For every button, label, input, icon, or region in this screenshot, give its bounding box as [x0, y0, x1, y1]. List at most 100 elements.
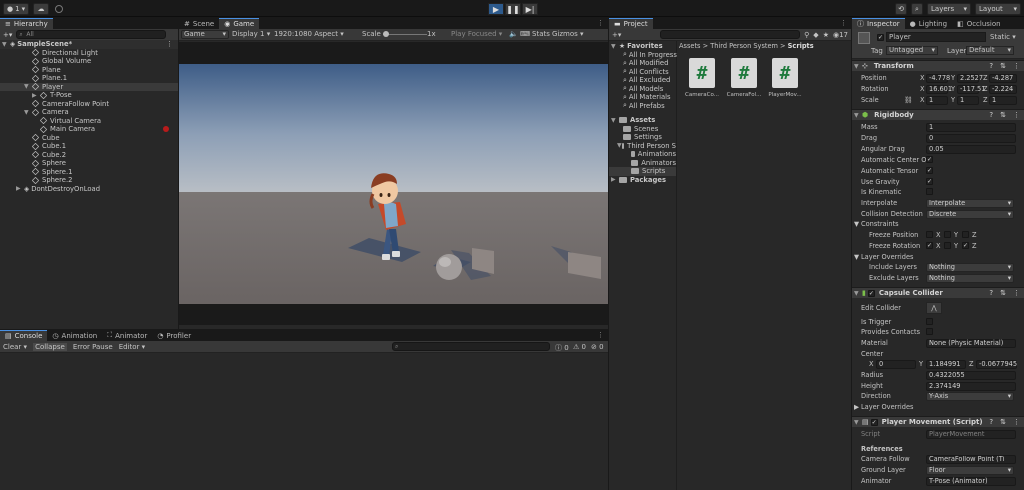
cloud-button[interactable]: ☁	[33, 3, 49, 15]
hierarchy-item[interactable]: ▶ T-Pose	[0, 91, 178, 100]
log-count[interactable]: ⓘ 0	[555, 343, 569, 353]
position-x-field[interactable]: -4.778	[926, 73, 950, 83]
folder-item[interactable]: Animators	[631, 159, 676, 168]
capsule-layer-overrides-row[interactable]: ▶ Layer Overrides	[852, 402, 1024, 412]
aspect-dropdown[interactable]: 1920:1080 Aspect ▾	[274, 31, 344, 38]
folder-item-selected[interactable]: Scripts	[609, 167, 676, 176]
favorite-item[interactable]: ⌕ All Models	[623, 84, 676, 94]
is-kinematic-checkbox[interactable]	[926, 188, 933, 195]
rotation-y-field[interactable]: -117.51	[957, 84, 985, 94]
folder-item[interactable]: Scenes	[623, 125, 676, 134]
hierarchy-item[interactable]: CameraFollow Point	[0, 100, 178, 109]
assets-header[interactable]: ▼ Assets	[611, 116, 676, 125]
add-button[interactable]: +▾	[612, 31, 621, 39]
provides-contacts-checkbox[interactable]	[926, 328, 933, 335]
breadcrumb-item[interactable]: Third Person System	[710, 42, 778, 50]
use-gravity-checkbox[interactable]: ✓	[926, 178, 933, 185]
hierarchy-item[interactable]: Cube	[0, 134, 178, 143]
tab-lighting[interactable]: ● Lighting	[905, 18, 952, 29]
console-search-input[interactable]: ⌕	[392, 342, 550, 351]
scale-y-field[interactable]: 1	[957, 95, 979, 105]
packages-header[interactable]: ▶ Packages	[611, 176, 676, 185]
hierarchy-item[interactable]: ▶ ◈ DontDestroyOnLoad	[0, 185, 178, 194]
csharp-script-icon[interactable]: #	[731, 58, 757, 88]
folder-item[interactable]: Animations	[631, 150, 676, 159]
hierarchy-item[interactable]: Main Camera	[0, 125, 178, 134]
layout-dropdown[interactable]: Layout ▾	[975, 3, 1021, 15]
step-button[interactable]: ▶|	[522, 3, 538, 15]
hierarchy-item[interactable]: ▼ Camera	[0, 108, 178, 117]
freeze-rot-x-checkbox[interactable]: ✓	[926, 242, 933, 249]
scale-x-field[interactable]: 1	[926, 95, 948, 105]
camera-follow-field[interactable]: CameraFollow Point (Ti	[926, 454, 1016, 464]
csharp-script-icon[interactable]: #	[772, 58, 798, 88]
error-pause-button[interactable]: Error Pause	[73, 343, 113, 351]
search-button[interactable]: ⌕	[911, 3, 923, 15]
position-y-field[interactable]: 2.2527	[957, 73, 983, 83]
enabled-checkbox[interactable]: ✓	[867, 289, 875, 297]
project-search-input[interactable]	[660, 30, 801, 39]
label-icon[interactable]: ◆	[813, 31, 818, 39]
transform-header[interactable]: ▼ ⊹ Transform ? ⇅ ⋮	[852, 60, 1024, 71]
scale-z-field[interactable]: 1	[989, 95, 1017, 105]
radius-field[interactable]: 0.4322055	[926, 370, 1016, 380]
file-name[interactable]: CameraCo...	[681, 92, 723, 98]
active-checkbox[interactable]: ✓	[877, 34, 884, 41]
favorite-item[interactable]: ⌕ All Materials	[623, 93, 676, 102]
interpolate-dropdown[interactable]: Interpolate ▾	[926, 198, 1014, 208]
rigidbody-header[interactable]: ▼ ⬢ Rigidbody ? ⇅ ⋮	[852, 109, 1024, 120]
ground-layer-dropdown[interactable]: Floor ▾	[926, 465, 1014, 475]
gizmos-dropdown[interactable]: Gizmos ▾	[552, 31, 584, 38]
scene-row[interactable]: ▼ ◈ SampleScene* ⋮	[0, 40, 178, 49]
breadcrumb-item[interactable]: Assets	[679, 42, 700, 50]
freeze-pos-y-checkbox[interactable]	[944, 231, 951, 238]
center-z-field[interactable]: -0.0677945	[976, 359, 1017, 369]
layer-dropdown[interactable]: Default ▾	[966, 46, 1014, 55]
auto-tensor-checkbox[interactable]: ✓	[926, 167, 933, 174]
favorite-item[interactable]: ⌕ All Prefabs	[623, 101, 676, 111]
center-y-field[interactable]: 1.184991	[926, 359, 966, 369]
animator-field[interactable]: T-Pose (Animator)	[926, 476, 1016, 486]
rotation-z-field[interactable]: -2.224	[989, 84, 1017, 94]
tab-animator[interactable]: ⛶ Animator	[102, 330, 152, 341]
filter-icon[interactable]: ⚲	[804, 31, 809, 39]
play-button[interactable]: ▶	[488, 3, 504, 15]
freeze-pos-x-checkbox[interactable]	[926, 231, 933, 238]
more-options-icon[interactable]: ⋮	[166, 40, 173, 48]
shortcuts-icon[interactable]: ⌨	[520, 30, 530, 38]
tag-dropdown[interactable]: Untagged ▾	[886, 46, 938, 55]
pause-button[interactable]: ❚❚	[505, 3, 521, 15]
collapse-button[interactable]: Collapse	[33, 342, 67, 351]
history-button[interactable]: ⟲	[895, 3, 907, 15]
hierarchy-item-selected[interactable]: ▼ Player	[0, 82, 178, 91]
add-button[interactable]: +▾	[3, 31, 12, 39]
hierarchy-item[interactable]: Sphere	[0, 159, 178, 168]
exclude-layers-dropdown[interactable]: Nothing ▾	[926, 273, 1014, 283]
display-dropdown[interactable]: Display 1 ▾	[232, 31, 270, 38]
include-layers-dropdown[interactable]: Nothing ▾	[926, 262, 1014, 272]
tab-project[interactable]: ▬ Project	[609, 18, 653, 29]
more-options-icon[interactable]: ⋮	[597, 330, 604, 341]
warning-count[interactable]: ⚠ 0	[573, 343, 586, 351]
layer-overrides-row[interactable]: ▼ Layer Overrides	[852, 252, 1024, 262]
game-viewport[interactable]	[179, 64, 608, 304]
hierarchy-item[interactable]: Cube.2	[0, 151, 178, 160]
collision-dropdown[interactable]: Discrete ▾	[926, 209, 1014, 219]
hierarchy-item[interactable]: Virtual Camera	[0, 117, 178, 126]
link-icon[interactable]: ⛓	[904, 96, 912, 104]
error-count[interactable]: ⊘ 0	[591, 343, 604, 351]
layers-dropdown[interactable]: Layers ▾	[927, 3, 971, 15]
tab-scene[interactable]: # Scene	[179, 18, 219, 29]
favorite-item[interactable]: ⌕ All Excluded	[623, 76, 676, 85]
capsule-collider-header[interactable]: ▼ ▮ ✓ Capsule Collider ? ⇅ ⋮	[852, 287, 1024, 298]
game-mode-dropdown[interactable]: Game ▾	[181, 30, 229, 39]
csharp-script-icon[interactable]: #	[689, 58, 715, 88]
hierarchy-item[interactable]: Global Volume	[0, 57, 178, 66]
hierarchy-item[interactable]: Plane	[0, 66, 178, 75]
breadcrumb-item[interactable]: Scripts	[788, 42, 814, 50]
auto-com-checkbox[interactable]: ✓	[926, 156, 933, 163]
position-z-field[interactable]: -4.287	[989, 73, 1017, 83]
more-options-icon[interactable]: ⋮	[840, 18, 847, 29]
mass-field[interactable]: 1	[926, 122, 1016, 132]
play-focused-dropdown[interactable]: Play Focused ▾	[451, 31, 502, 38]
